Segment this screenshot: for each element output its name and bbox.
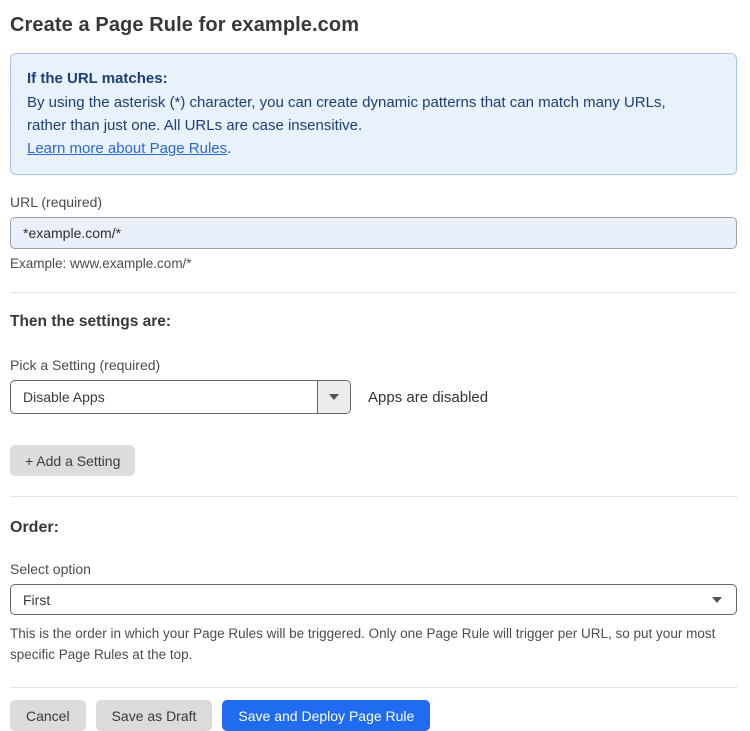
save-as-draft-button[interactable]: Save as Draft [95,700,213,731]
cancel-button[interactable]: Cancel [10,700,86,731]
add-setting-button[interactable]: + Add a Setting [10,445,136,476]
info-box-link-line: Learn more about Page Rules. [27,137,720,160]
order-select-value: First [23,591,51,608]
settings-section-heading: Then the settings are: [10,313,172,330]
chevron-down-icon [712,596,722,603]
order-section-heading: Order: [10,519,59,536]
page-title: Create a Page Rule for example.com [10,14,360,36]
url-example-helper: Example: www.example.com/* [10,256,192,271]
divider [10,292,737,293]
save-and-deploy-button[interactable]: Save and Deploy Page Rule [222,700,431,731]
create-page-rule-form: Create a Page Rule for example.com If th… [0,0,750,731]
divider [10,687,737,688]
learn-more-link[interactable]: Learn more about Page Rules [27,140,227,157]
order-select[interactable]: First [10,584,737,615]
setting-select[interactable]: Disable Apps [10,380,351,414]
chevron-down-icon [329,394,339,400]
order-helper-text: This is the order in which your Page Rul… [10,626,716,662]
setting-status-text: Apps are disabled [368,388,489,406]
url-input[interactable] [10,217,737,249]
setting-row: Disable Apps Apps are disabled [10,380,737,414]
url-match-info-box: If the URL matches: By using the asteris… [10,53,737,175]
url-field-label: URL (required) [10,194,103,210]
setting-select-arrow-button[interactable] [317,381,350,413]
info-box-body: By using the asterisk (*) character, you… [27,94,666,134]
select-option-label: Select option [10,561,91,577]
setting-select-value: Disable Apps [23,389,105,405]
footer-actions: Cancel Save as Draft Save and Deploy Pag… [10,700,737,731]
pick-setting-label: Pick a Setting (required) [10,357,161,373]
link-period: . [227,140,232,157]
divider [10,496,737,497]
info-box-heading: If the URL matches: [27,70,168,87]
